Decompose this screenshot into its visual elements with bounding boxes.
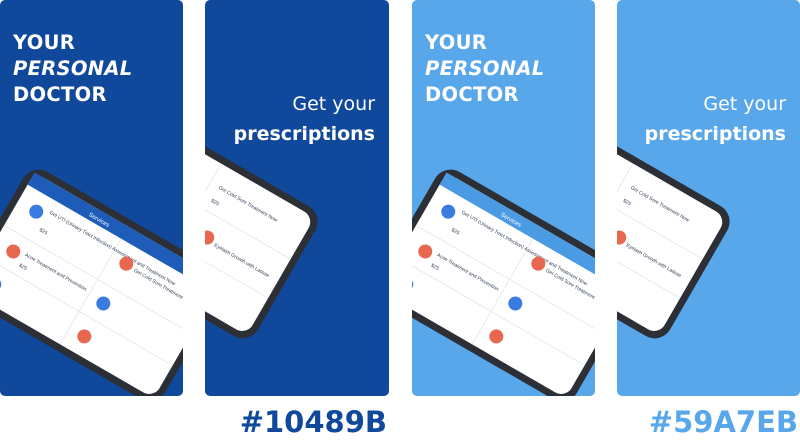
swatch-label-dark: #10489B xyxy=(239,405,387,439)
swatch-label-light: #59A7EB xyxy=(648,405,798,439)
phone-screen xyxy=(205,113,311,331)
screenshot-panel-light-headline: YOUR PERSONAL DOCTOR Services Get UTI (U… xyxy=(412,0,595,396)
phone-mockup: Get Cold Sore Treatment Now $25 Eyelash … xyxy=(617,106,730,339)
phone-screen xyxy=(617,113,723,331)
phone-mockup: Services Get UTI (Urinary Tract Infectio… xyxy=(412,169,595,396)
phone-mockup: Get Cold Sore Treatment Now $25 Eyelash … xyxy=(205,106,318,339)
screenshot-panel-light-prescriptions: Get your prescriptions Get Cold Sore Tre… xyxy=(617,0,800,396)
screenshot-panel-dark-headline: YOUR PERSONAL DOCTOR Services Get UTI (U… xyxy=(0,0,183,396)
phone-mockup: Services Get UTI (Urinary Tract Infectio… xyxy=(0,169,183,396)
screenshot-panel-dark-prescriptions: Get your prescriptions Get Cold Sore Tre… xyxy=(205,0,389,396)
